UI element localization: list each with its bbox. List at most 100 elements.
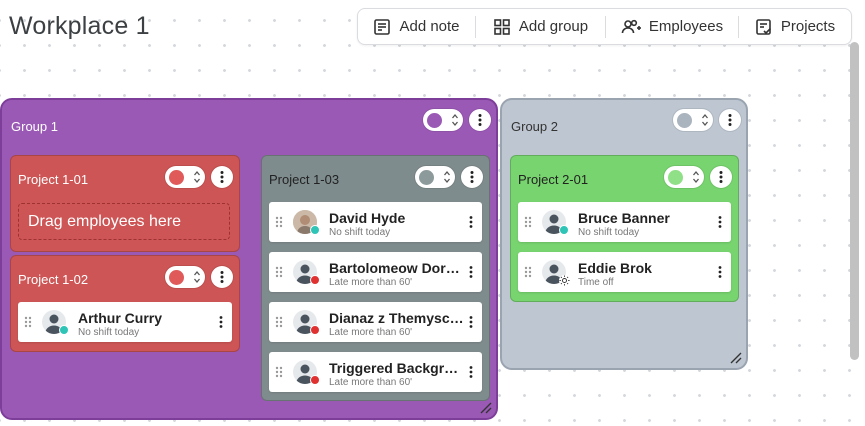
drag-handle-icon[interactable]: [524, 216, 532, 228]
more-vertical-icon: [220, 271, 224, 283]
drag-handle-icon[interactable]: [524, 266, 532, 278]
group-title: Group 1: [11, 119, 58, 134]
employee-menu-icon[interactable]: [469, 316, 473, 328]
project-card[interactable]: Project 1-01 Drag employees here: [10, 155, 240, 252]
sort-chevrons-icon: [194, 170, 200, 184]
color-dot: [169, 269, 184, 285]
employee-menu-icon[interactable]: [718, 216, 722, 228]
employee-card[interactable]: Bruce Banner No shift today: [518, 202, 731, 242]
project-title: Project 1-01: [18, 172, 89, 187]
employee-status: Time off: [578, 277, 614, 288]
more-vertical-icon: [728, 114, 732, 126]
add-group-label: Add group: [518, 18, 589, 35]
more-vertical-icon: [478, 114, 482, 126]
project-color-toggle[interactable]: [664, 166, 704, 188]
employee-menu-icon[interactable]: [219, 316, 223, 328]
color-dot: [169, 169, 184, 185]
employee-card[interactable]: Bartolomeow Dorrington Late more than 60…: [269, 252, 482, 292]
group-color-toggle[interactable]: [423, 109, 463, 131]
employee-card[interactable]: David Hyde No shift today: [269, 202, 482, 242]
grid-icon: [494, 18, 510, 35]
page-title: Workplace 1: [9, 12, 150, 40]
project-card[interactable]: Project 1-03 David Hyde No shift today B…: [261, 155, 490, 401]
group-menu-button[interactable]: [469, 109, 491, 131]
project-color-toggle[interactable]: [165, 166, 205, 188]
employee-menu-icon[interactable]: [469, 266, 473, 278]
projects-label: Projects: [780, 18, 836, 35]
note-icon: [374, 18, 391, 35]
employee-card[interactable]: Triggered Background Late more than 60': [269, 352, 482, 392]
users-icon: [621, 19, 641, 33]
employee-name: Bartolomeow Dorrington: [329, 260, 461, 276]
group-title: Group 2: [511, 119, 558, 134]
group-card[interactable]: Group 2 Project 2-01 Bruce Banner No shi…: [500, 98, 748, 370]
sun-icon: [559, 275, 570, 286]
employee-status: Late more than 60': [329, 377, 413, 388]
employee-menu-icon[interactable]: [469, 366, 473, 378]
employee-name: Eddie Brok: [578, 260, 652, 276]
checklist-icon: [756, 18, 771, 35]
status-indicator: [59, 325, 69, 335]
add-note-label: Add note: [399, 18, 460, 35]
drag-handle-icon[interactable]: [275, 316, 283, 328]
employee-status: Late more than 60': [329, 327, 413, 338]
color-dot: [427, 112, 442, 128]
add-note-button[interactable]: Add note: [358, 9, 475, 44]
sort-chevrons-icon: [702, 113, 708, 127]
group-color-toggle[interactable]: [673, 109, 713, 131]
status-indicator: [310, 325, 320, 335]
project-card[interactable]: Project 2-01 Bruce Banner No shift today…: [510, 155, 739, 302]
employee-card[interactable]: Arthur Curry No shift today: [18, 302, 232, 342]
project-menu-button[interactable]: [211, 166, 233, 188]
drag-handle-icon[interactable]: [275, 366, 283, 378]
employee-menu-icon[interactable]: [469, 216, 473, 228]
color-dot: [419, 169, 434, 185]
project-title: Project 1-02: [18, 272, 89, 287]
status-indicator: [559, 225, 569, 235]
employees-button[interactable]: Employees: [606, 9, 738, 44]
status-indicator: [310, 225, 320, 235]
sort-chevrons-icon: [452, 113, 458, 127]
employee-card[interactable]: Dianaz z Themysciry Late more than 60': [269, 302, 482, 342]
project-title: Project 1-03: [269, 172, 340, 187]
sort-chevrons-icon: [693, 170, 699, 184]
drag-handle-icon[interactable]: [24, 316, 32, 328]
projects-button[interactable]: Projects: [739, 9, 851, 44]
group-menu-button[interactable]: [719, 109, 741, 131]
color-dot: [668, 169, 683, 185]
employee-name: Triggered Background: [329, 360, 461, 376]
more-vertical-icon: [719, 171, 723, 183]
employee-drop-zone[interactable]: Drag employees here: [18, 203, 230, 240]
group-card[interactable]: Group 1 Project 1-01 Drag employees here…: [0, 98, 498, 420]
employee-status: No shift today: [578, 227, 640, 238]
sort-chevrons-icon: [444, 170, 450, 184]
more-vertical-icon: [470, 171, 474, 183]
project-menu-button[interactable]: [710, 166, 732, 188]
project-color-toggle[interactable]: [415, 166, 455, 188]
employee-card[interactable]: Eddie Brok Time off: [518, 252, 731, 292]
employee-name: David Hyde: [329, 210, 406, 226]
employee-status: Late more than 60': [329, 277, 413, 288]
project-card[interactable]: Project 1-02 Arthur Curry No shift today: [10, 255, 240, 352]
drag-handle-icon[interactable]: [275, 266, 283, 278]
status-indicator: [310, 375, 320, 385]
project-menu-button[interactable]: [461, 166, 483, 188]
color-dot: [677, 112, 692, 128]
more-vertical-icon: [220, 171, 224, 183]
employee-status: No shift today: [329, 227, 391, 238]
resize-handle-icon[interactable]: [480, 402, 492, 414]
resize-handle-icon[interactable]: [730, 352, 742, 364]
status-indicator: [310, 275, 320, 285]
sort-chevrons-icon: [194, 270, 200, 284]
project-color-toggle[interactable]: [165, 266, 205, 288]
vertical-scrollbar[interactable]: [850, 42, 859, 360]
employee-status: No shift today: [78, 327, 140, 338]
project-title: Project 2-01: [518, 172, 589, 187]
add-group-button[interactable]: Add group: [476, 9, 605, 44]
drag-handle-icon[interactable]: [275, 216, 283, 228]
project-menu-button[interactable]: [211, 266, 233, 288]
employee-name: Arthur Curry: [78, 310, 163, 326]
employee-name: Bruce Banner: [578, 210, 670, 226]
employees-label: Employees: [648, 18, 724, 35]
employee-menu-icon[interactable]: [718, 266, 722, 278]
